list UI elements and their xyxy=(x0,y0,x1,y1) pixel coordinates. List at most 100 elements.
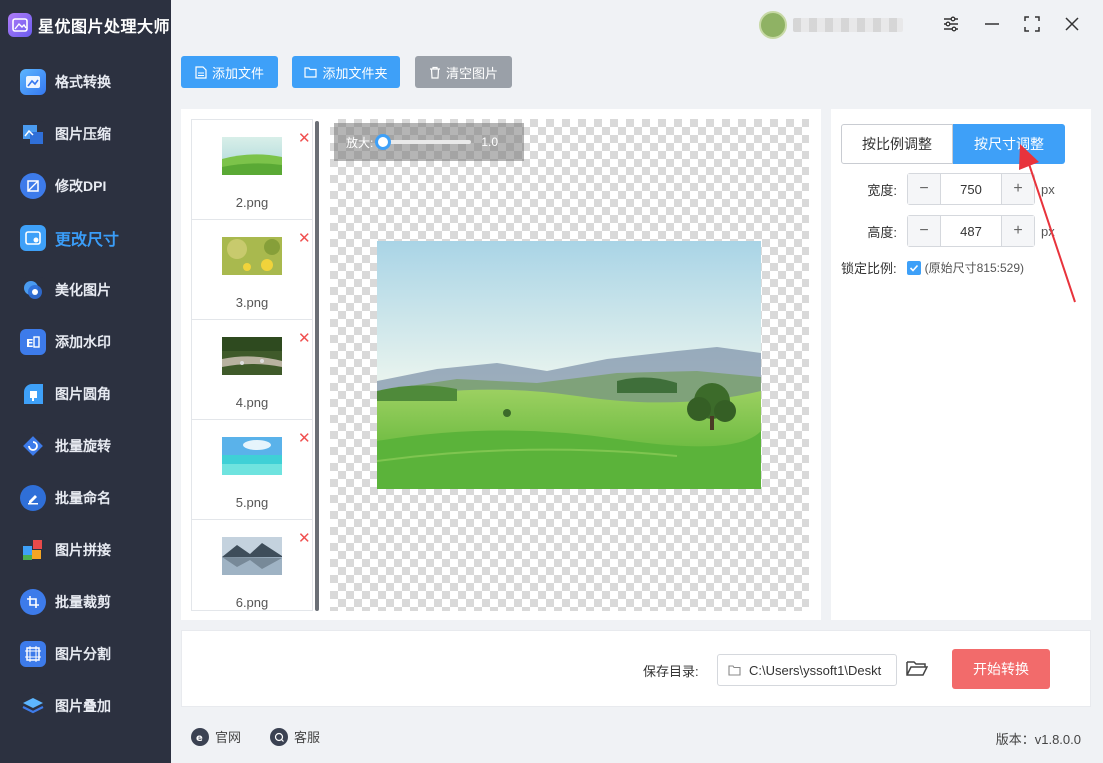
clear-images-button[interactable]: 清空图片 xyxy=(415,56,512,88)
width-label: 宽度: xyxy=(867,182,897,198)
sidebar-item-watermark[interactable]: E 添加水印 xyxy=(0,316,171,368)
sidebar-item-format-convert[interactable]: 格式转换 xyxy=(0,56,171,108)
app-title: 星优图片处理大师 xyxy=(38,19,171,36)
save-directory-input[interactable]: C:\Users\yssoft1\Deskt xyxy=(717,654,897,686)
folder-icon xyxy=(728,665,741,676)
file-name: 6.png xyxy=(235,595,269,610)
remove-file-icon[interactable]: ✕ xyxy=(298,531,311,546)
open-folder-icon xyxy=(906,661,929,676)
customer-service-link[interactable]: 客服 xyxy=(270,727,320,746)
sidebar-item-label: 图片圆角 xyxy=(55,386,111,402)
add-file-button[interactable]: 添加文件 xyxy=(181,56,278,88)
sidebar-item-dpi[interactable]: 修改DPI xyxy=(0,160,171,212)
file-list[interactable]: 2.png ✕ 3.png ✕ 4.png ✕ 5.png ✕ 6.png ✕ xyxy=(191,119,313,611)
overlay-icon xyxy=(20,693,46,719)
username-blurred xyxy=(793,18,903,32)
sidebar-item-label: 批量命名 xyxy=(55,490,111,506)
file-item[interactable]: 5.png ✕ xyxy=(192,420,312,520)
trash-icon xyxy=(429,66,440,79)
sidebar-item-stitch[interactable]: 图片拼接 xyxy=(0,524,171,576)
preview-image xyxy=(377,241,761,489)
resize-by-size-button[interactable]: 按尺寸调整 xyxy=(953,124,1065,164)
close-icon xyxy=(1065,17,1079,31)
app-logo-icon xyxy=(8,13,32,37)
sidebar-item-label: 添加水印 xyxy=(55,334,111,350)
sidebar-item-label: 图片分割 xyxy=(55,646,111,662)
resize-by-ratio-button[interactable]: 按比例调整 xyxy=(841,124,953,164)
sidebar-item-crop[interactable]: 批量裁剪 xyxy=(0,576,171,628)
sidebar-item-split[interactable]: 图片分割 xyxy=(0,628,171,680)
footer: e 官网 客服 版本：v1.8.0.0 xyxy=(171,712,1103,763)
remove-file-icon[interactable]: ✕ xyxy=(298,131,311,146)
remove-file-icon[interactable]: ✕ xyxy=(298,431,311,446)
split-icon xyxy=(20,641,46,667)
file-list-scrollbar[interactable] xyxy=(315,121,319,611)
zoom-slider-handle[interactable] xyxy=(375,134,392,150)
zoom-value: 1.0 xyxy=(481,135,499,149)
width-decrement-button[interactable]: − xyxy=(908,174,940,204)
check-icon xyxy=(909,264,918,272)
minimize-button[interactable] xyxy=(980,12,1004,36)
file-item[interactable]: 6.png ✕ xyxy=(192,520,312,610)
height-decrement-button[interactable]: − xyxy=(908,216,940,246)
clear-images-label: 清空图片 xyxy=(445,65,498,81)
add-folder-button[interactable]: 添加文件夹 xyxy=(292,56,400,88)
lock-ratio-checkbox[interactable] xyxy=(906,260,921,275)
thumbnail-image xyxy=(222,137,282,175)
sidebar-item-compress[interactable]: 图片压缩 xyxy=(0,108,171,160)
user-account[interactable] xyxy=(759,10,909,40)
width-unit: px xyxy=(1041,181,1055,197)
height-input[interactable]: 487 xyxy=(940,216,1002,246)
website-link[interactable]: e 官网 xyxy=(191,727,241,746)
remove-file-icon[interactable]: ✕ xyxy=(298,231,311,246)
zoom-slider[interactable] xyxy=(375,134,472,150)
height-increment-button[interactable]: + xyxy=(1002,216,1034,246)
width-increment-button[interactable]: + xyxy=(1002,174,1034,204)
svg-text:E: E xyxy=(26,337,34,350)
output-panel: 保存目录: C:\Users\yssoft1\Deskt 开始转换 xyxy=(181,630,1091,707)
sidebar-item-label: 修改DPI xyxy=(55,178,107,194)
sidebar: 星优图片处理大师 格式转换 图片压缩 修改DPI 更改尺寸 美化图片 E 添加水… xyxy=(0,0,171,763)
sidebar-item-beautify[interactable]: 美化图片 xyxy=(0,264,171,316)
browser-icon: e xyxy=(191,727,209,746)
version-text: 版本：v1.8.0.0 xyxy=(995,732,1081,747)
maximize-button[interactable] xyxy=(1020,12,1044,36)
thumbnail-image xyxy=(222,337,282,375)
image-preview: 放大: 1.0 xyxy=(330,119,809,611)
start-convert-button[interactable]: 开始转换 xyxy=(952,649,1050,689)
compress-icon xyxy=(20,121,46,147)
format-convert-icon xyxy=(20,69,46,95)
sidebar-item-label: 图片压缩 xyxy=(55,126,111,142)
chat-icon xyxy=(270,727,288,746)
file-name: 2.png xyxy=(235,195,269,210)
close-button[interactable] xyxy=(1060,12,1084,36)
width-input[interactable]: 750 xyxy=(940,174,1002,204)
workspace-panel: 2.png ✕ 3.png ✕ 4.png ✕ 5.png ✕ 6.png ✕ … xyxy=(181,109,821,620)
remove-file-icon[interactable]: ✕ xyxy=(298,331,311,346)
browse-folder-button[interactable] xyxy=(906,659,929,682)
add-file-label: 添加文件 xyxy=(211,65,264,81)
zoom-label: 放大: xyxy=(346,135,374,150)
resize-mode-toggle: 按比例调整 按尺寸调整 xyxy=(841,124,1065,164)
settings-button[interactable] xyxy=(939,12,963,36)
customer-service-label: 客服 xyxy=(294,730,321,745)
minimize-icon xyxy=(985,23,999,25)
sidebar-item-rotate[interactable]: 批量旋转 xyxy=(0,420,171,472)
sidebar-item-overlay[interactable]: 图片叠加 xyxy=(0,680,171,732)
sidebar-item-round-corner[interactable]: 图片圆角 xyxy=(0,368,171,420)
original-size-note: (原始尺寸815:529) xyxy=(924,261,1024,275)
rename-icon xyxy=(20,485,46,511)
round-corner-icon xyxy=(20,381,46,407)
width-stepper: − 750 + xyxy=(907,173,1035,205)
file-item[interactable]: 2.png ✕ xyxy=(192,120,312,220)
app-title-bar: 星优图片处理大师 xyxy=(0,0,171,50)
thumbnail-image xyxy=(222,237,282,275)
sidebar-item-rename[interactable]: 批量命名 xyxy=(0,472,171,524)
width-row: 宽度: − 750 + px xyxy=(841,173,1055,205)
lock-ratio-row: 锁定比例: (原始尺寸815:529) xyxy=(841,258,1024,277)
file-item[interactable]: 4.png ✕ xyxy=(192,320,312,420)
stitch-icon xyxy=(20,537,46,563)
resize-icon xyxy=(20,225,46,251)
file-item[interactable]: 3.png ✕ xyxy=(192,220,312,320)
sidebar-item-resize[interactable]: 更改尺寸 xyxy=(0,212,171,264)
